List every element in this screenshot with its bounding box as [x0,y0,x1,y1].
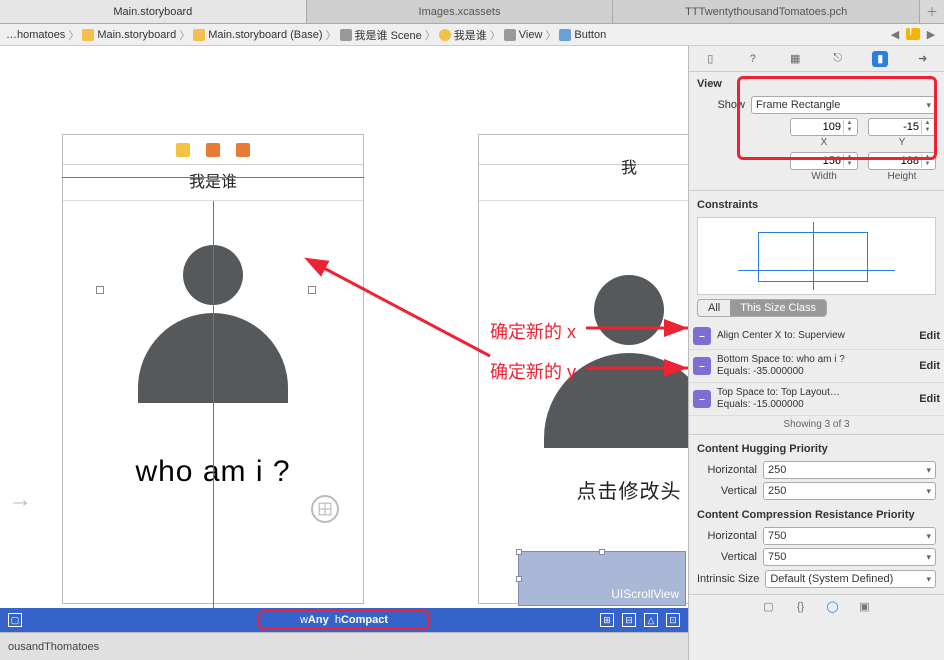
bc-warning-icon[interactable] [906,28,920,40]
tab-storyboard[interactable]: Main.storyboard [0,0,307,23]
file-template-icon[interactable]: ▢ [762,600,776,614]
constraint-bottom-space[interactable]: ⎯ Bottom Space to: who am i ?Equals: -35… [689,350,944,383]
bc-vc[interactable]: 我是谁 [439,27,487,43]
guide-vertical [213,201,214,610]
constraint-align-center-x[interactable]: ⎯ Align Center X to: Superview Edit [689,323,944,350]
align-tool-icon[interactable]: ⊞ [600,613,614,627]
selection-handle-left[interactable] [96,286,104,294]
scene-toolbar-right: 我 [479,135,688,165]
tab-add-button[interactable]: ＋ [920,0,944,23]
file-inspector-icon[interactable]: ▯ [702,51,718,67]
size-inspector-icon[interactable]: ▮ [872,51,888,67]
hug-v-select[interactable]: 250 [763,482,936,500]
guide-horizontal [62,177,364,178]
nav-title-left: 我是谁 [63,165,363,201]
scene-toolbar [63,135,363,165]
bc-scene[interactable]: 我是谁 Scene [340,27,422,43]
show-label: Show [697,99,745,111]
bc-storyboard-base[interactable]: Main.storyboard (Base) [193,29,322,41]
tab-pch[interactable]: TTTwentythousandTomatoes.pch [613,0,920,23]
project-footer: ousandThomatoes [0,632,688,660]
first-responder-icon[interactable] [206,143,220,157]
crp-header: Content Compression Resistance Priority [697,509,936,521]
hugging-header: Content Hugging Priority [697,443,936,455]
outline-toggle-icon[interactable]: ▢ [8,613,22,627]
inspector-panel: ▯ ? ▦ ⎋ ▮ ➜ View Show Frame Rectangle ▲▼… [688,46,944,660]
y-field[interactable]: ▲▼ [868,118,936,136]
canvas[interactable]: → 我是谁 who am i ? 我 [0,46,688,660]
quickhelp-inspector-icon[interactable]: ? [745,51,761,67]
annotation-x: 确定新的 x [490,318,576,344]
bc-fwd-icon[interactable]: ▶ [924,28,938,41]
project-name: ousandThomatoes [8,641,99,653]
attributes-inspector-icon[interactable]: ⎋ [830,51,846,67]
selection-handle-right[interactable] [308,286,316,294]
resolve-tool-icon[interactable]: △ [644,613,658,627]
right-caption: 点击修改头 [479,475,688,504]
intrinsic-select[interactable]: Default (System Defined) [765,570,936,588]
constraint-icon: ⎯ [693,390,711,408]
height-field[interactable]: ▲▼ [868,152,936,170]
x-field[interactable]: ▲▼ [790,118,858,136]
connections-inspector-icon[interactable]: ➜ [915,51,931,67]
edit-constraint-button[interactable]: Edit [919,360,940,372]
bc-storyboard[interactable]: Main.storyboard [82,29,176,41]
show-select[interactable]: Frame Rectangle [751,96,936,114]
identity-inspector-icon[interactable]: ▦ [787,51,803,67]
pin-tool-icon[interactable]: ⊟ [622,613,636,627]
code-snippet-icon[interactable]: {} [794,600,808,614]
constraints-count: Showing 3 of 3 [689,416,944,432]
nav-title-right: 我 [479,154,688,178]
tab-assets[interactable]: Images.xcassets [307,0,614,23]
edit-constraint-button[interactable]: Edit [919,393,940,405]
breadcrumb: …homatoes 〉 Main.storyboard 〉 Main.story… [0,24,944,46]
vc-icon[interactable] [176,143,190,157]
sizeclass-bar: ▢ wAny hCompact ⊞ ⊟ △ ⊡ [0,608,688,632]
bc-view[interactable]: View [504,29,543,41]
media-library-icon[interactable]: ▣ [858,600,872,614]
intrinsic-label: Intrinsic Size [697,573,759,585]
constraint-icon: ⎯ [693,327,711,345]
view-section-header: View [697,78,936,90]
resize-tool-icon[interactable]: ⊡ [666,613,680,627]
crp-v-select[interactable]: 750 [763,548,936,566]
bc-back-icon[interactable]: ◀ [888,28,902,41]
object-library-icon[interactable]: ◯ [826,600,840,614]
placeholder-constraint-icon[interactable] [311,495,339,523]
constraint-icon: ⎯ [693,357,711,375]
width-field[interactable]: ▲▼ [790,152,858,170]
library-tab-bar: ▢ {} ◯ ▣ [689,594,944,618]
sizeclass-picker[interactable]: wAny hCompact [258,610,430,630]
uiscrollview-object[interactable]: UIScrollView [518,551,686,606]
inspector-tab-bar: ▯ ? ▦ ⎋ ▮ ➜ [689,46,944,72]
constraints-header: Constraints [697,199,936,211]
edit-constraint-button[interactable]: Edit [919,330,940,342]
scene-nav-arrow-icon[interactable]: → [8,486,32,514]
bc-button[interactable]: Button [559,29,606,41]
exit-icon[interactable] [236,143,250,157]
hug-h-select[interactable]: 250 [763,461,936,479]
tab-bar: Main.storyboard Images.xcassets TTTwenty… [0,0,944,24]
bc-project[interactable]: …homatoes [6,29,65,41]
constraint-diagram[interactable] [697,217,936,295]
crp-h-select[interactable]: 750 [763,527,936,545]
constraint-top-space[interactable]: ⎯ Top Space to: Top Layout…Equals: -15.0… [689,383,944,416]
annotation-y: 确定新的 y [490,358,576,384]
sizeclass-segment[interactable]: All This Size Class [697,299,827,317]
